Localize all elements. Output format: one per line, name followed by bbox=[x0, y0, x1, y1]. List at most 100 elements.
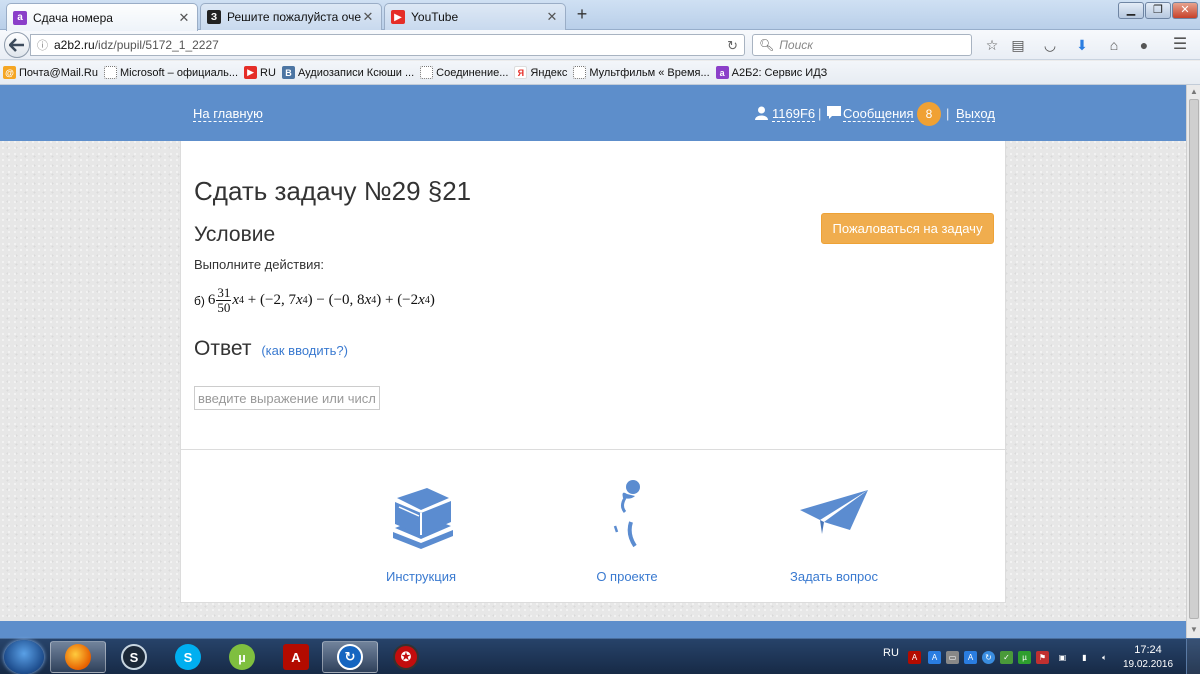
formula-fraction: 31 50 bbox=[216, 286, 232, 315]
bookmark-connection[interactable]: Соединение... bbox=[420, 66, 508, 79]
new-tab-button[interactable]: + bbox=[572, 5, 592, 25]
condition-heading: Условие bbox=[194, 223, 276, 246]
yandex-icon: Я bbox=[514, 66, 528, 79]
mailru-icon: @ bbox=[3, 66, 16, 79]
scroll-down-icon[interactable]: ▼ bbox=[1189, 625, 1199, 635]
bookmark-mailru[interactable]: @ Почта@Mail.Ru bbox=[3, 66, 98, 79]
bookmark-label: А2Б2: Сервис ИДЗ bbox=[731, 66, 828, 79]
url-path: /idz/pupil/5172_1_2227 bbox=[94, 38, 219, 52]
tray-usb-icon[interactable]: ▣ bbox=[1056, 651, 1069, 664]
bookmark-label: Аудиозаписи Ксюши ... bbox=[297, 66, 415, 79]
separator: | bbox=[818, 106, 822, 121]
feature-label: Инструкция bbox=[386, 569, 456, 584]
bookmark-star-icon[interactable]: ☆ bbox=[982, 35, 1002, 55]
taskbar-steam[interactable]: S bbox=[106, 641, 162, 673]
tray-language[interactable]: RU bbox=[883, 647, 899, 659]
search-placeholder: Поиск bbox=[779, 38, 813, 52]
tray-acrobat-icon[interactable]: A bbox=[908, 651, 921, 664]
bookmark-microsoft[interactable]: Microsoft – официаль... bbox=[104, 66, 238, 79]
tray-app-icon[interactable]: A bbox=[928, 651, 941, 664]
close-icon[interactable]: ✕ bbox=[361, 9, 375, 25]
scroll-up-icon[interactable]: ▲ bbox=[1189, 87, 1199, 97]
bookmarks-list-icon[interactable]: ▤ bbox=[1008, 35, 1028, 55]
user-id-link[interactable]: 1169F6 bbox=[772, 107, 816, 122]
home-link[interactable]: На главную bbox=[193, 107, 263, 122]
task-formula: б) 6 31 50 x4 + (−2, 7x4 ) − (−0, 8x4 ) … bbox=[194, 286, 435, 315]
tray-flag-icon[interactable]: ⚑ bbox=[1036, 651, 1049, 664]
formula-term: + (−2, 7 bbox=[244, 292, 296, 308]
blank-page-icon bbox=[104, 66, 117, 79]
firefox-icon bbox=[65, 644, 91, 670]
formula-term: ) − (−0, 8 bbox=[307, 292, 365, 308]
pocket-icon[interactable]: ◡ bbox=[1040, 35, 1060, 55]
bookmark-youtube-ru[interactable]: ▶ RU bbox=[244, 66, 276, 79]
tray-utorrent-icon[interactable]: µ bbox=[1018, 651, 1031, 664]
clock-date[interactable]: 19.02.2016 bbox=[1120, 659, 1176, 670]
clock-time[interactable]: 17:24 bbox=[1126, 644, 1170, 656]
bookmark-vk-audio[interactable]: В Аудиозаписи Ксюши ... bbox=[281, 66, 415, 79]
network-icon[interactable]: ▮ bbox=[1078, 651, 1091, 664]
taskbar-acrobat[interactable]: A bbox=[268, 641, 324, 673]
site-info-icon[interactable]: ⓘ bbox=[37, 37, 48, 53]
start-button[interactable] bbox=[4, 640, 44, 674]
tray-updater-icon[interactable]: ↻ bbox=[982, 651, 995, 664]
tab-reshite[interactable]: З Решите пожалуйста очен... ✕ bbox=[200, 3, 382, 30]
tab-sdacha-nomera[interactable]: a Сдача номера ✕ bbox=[6, 3, 198, 31]
taskbar-utorrent[interactable]: µ bbox=[214, 641, 270, 673]
show-desktop-button[interactable] bbox=[1186, 639, 1200, 674]
taskbar-firefox[interactable] bbox=[50, 641, 106, 673]
close-icon[interactable]: ✕ bbox=[177, 10, 191, 26]
windows-taskbar: S S µ A ↻ ✪ RU A A ▭ A ↻ ✓ µ ⚑ ▣ ▮ 🔈︎ 17… bbox=[0, 638, 1200, 674]
messages-link[interactable]: Сообщения bbox=[843, 107, 914, 122]
tray-check-icon[interactable]: ✓ bbox=[1000, 651, 1013, 664]
taskbar-skype[interactable]: S bbox=[160, 641, 216, 673]
minimize-button[interactable]: ▁ bbox=[1118, 2, 1144, 19]
url-host: a2b2.ru bbox=[54, 38, 95, 52]
back-button[interactable] bbox=[4, 32, 30, 58]
close-icon[interactable]: ✕ bbox=[545, 9, 559, 25]
url-bar[interactable]: ⓘ a2b2.ru/idz/pupil/5172_1_2227 ↻ bbox=[30, 34, 745, 56]
formula-tag: б) bbox=[194, 293, 205, 308]
tray-window-icon[interactable]: ▭ bbox=[946, 651, 959, 664]
answer-input[interactable] bbox=[194, 386, 380, 410]
znanija-icon: З bbox=[207, 10, 221, 24]
paper-plane-icon bbox=[800, 490, 868, 534]
reload-icon[interactable]: ↻ bbox=[727, 38, 738, 54]
tab-youtube[interactable]: ▶ YouTube ✕ bbox=[384, 3, 566, 30]
scroll-thumb[interactable] bbox=[1189, 99, 1199, 619]
messages-count-badge[interactable]: 8 bbox=[917, 102, 941, 126]
blank-page-icon bbox=[573, 66, 587, 79]
taskbar-game[interactable]: ✪ bbox=[378, 641, 434, 673]
home-icon[interactable]: ⌂ bbox=[1104, 35, 1124, 55]
tray-app-icon[interactable]: A bbox=[964, 651, 977, 664]
feature-ask-question[interactable]: Задать вопрос bbox=[754, 476, 914, 584]
site-header: На главную 1169F6 | Сообщения 8 | Выход bbox=[0, 85, 1186, 141]
volume-icon[interactable]: 🔈︎ bbox=[1098, 651, 1111, 664]
formula-term: ) bbox=[429, 292, 435, 308]
formula-var: x bbox=[295, 292, 303, 308]
how-to-enter-link[interactable]: (как вводить?) bbox=[261, 343, 348, 358]
maximize-button[interactable]: ❐ bbox=[1145, 2, 1171, 19]
complain-button[interactable]: Пожаловаться на задачу bbox=[821, 213, 994, 244]
feature-label: Задать вопрос bbox=[790, 569, 878, 584]
taskbar-updater[interactable]: ↻ bbox=[322, 641, 378, 673]
formula-whole: 6 bbox=[207, 292, 216, 308]
main-card: Сдать задачу №29 §21 Пожаловаться на зад… bbox=[180, 141, 1007, 603]
acrobat-icon: A bbox=[283, 644, 309, 670]
chat-icon[interactable]: ● bbox=[1134, 35, 1154, 55]
feature-instruction[interactable]: Инструкция bbox=[341, 476, 501, 584]
bookmark-yandex[interactable]: Я Яндекс bbox=[514, 66, 567, 79]
feature-about[interactable]: О проекте bbox=[547, 476, 707, 584]
search-bar[interactable]: 🔍︎ Поиск bbox=[752, 34, 972, 56]
download-icon[interactable]: ⬇ bbox=[1072, 35, 1092, 55]
logout-link[interactable]: Выход bbox=[956, 107, 995, 122]
menu-icon[interactable]: ☰ bbox=[1170, 35, 1190, 55]
page-scrollbar[interactable]: ▲ ▼ bbox=[1186, 85, 1200, 638]
page-viewport: На главную 1169F6 | Сообщения 8 | Выход … bbox=[0, 85, 1186, 638]
window-close-button[interactable]: ✕ bbox=[1172, 2, 1198, 19]
thinker-icon bbox=[613, 480, 640, 548]
fraction-denominator: 50 bbox=[217, 300, 231, 315]
formula-var: x bbox=[364, 292, 372, 308]
bookmark-cartoon[interactable]: Мультфильм « Время... bbox=[573, 66, 710, 79]
bookmark-a2b2[interactable]: a А2Б2: Сервис ИДЗ bbox=[715, 66, 828, 79]
